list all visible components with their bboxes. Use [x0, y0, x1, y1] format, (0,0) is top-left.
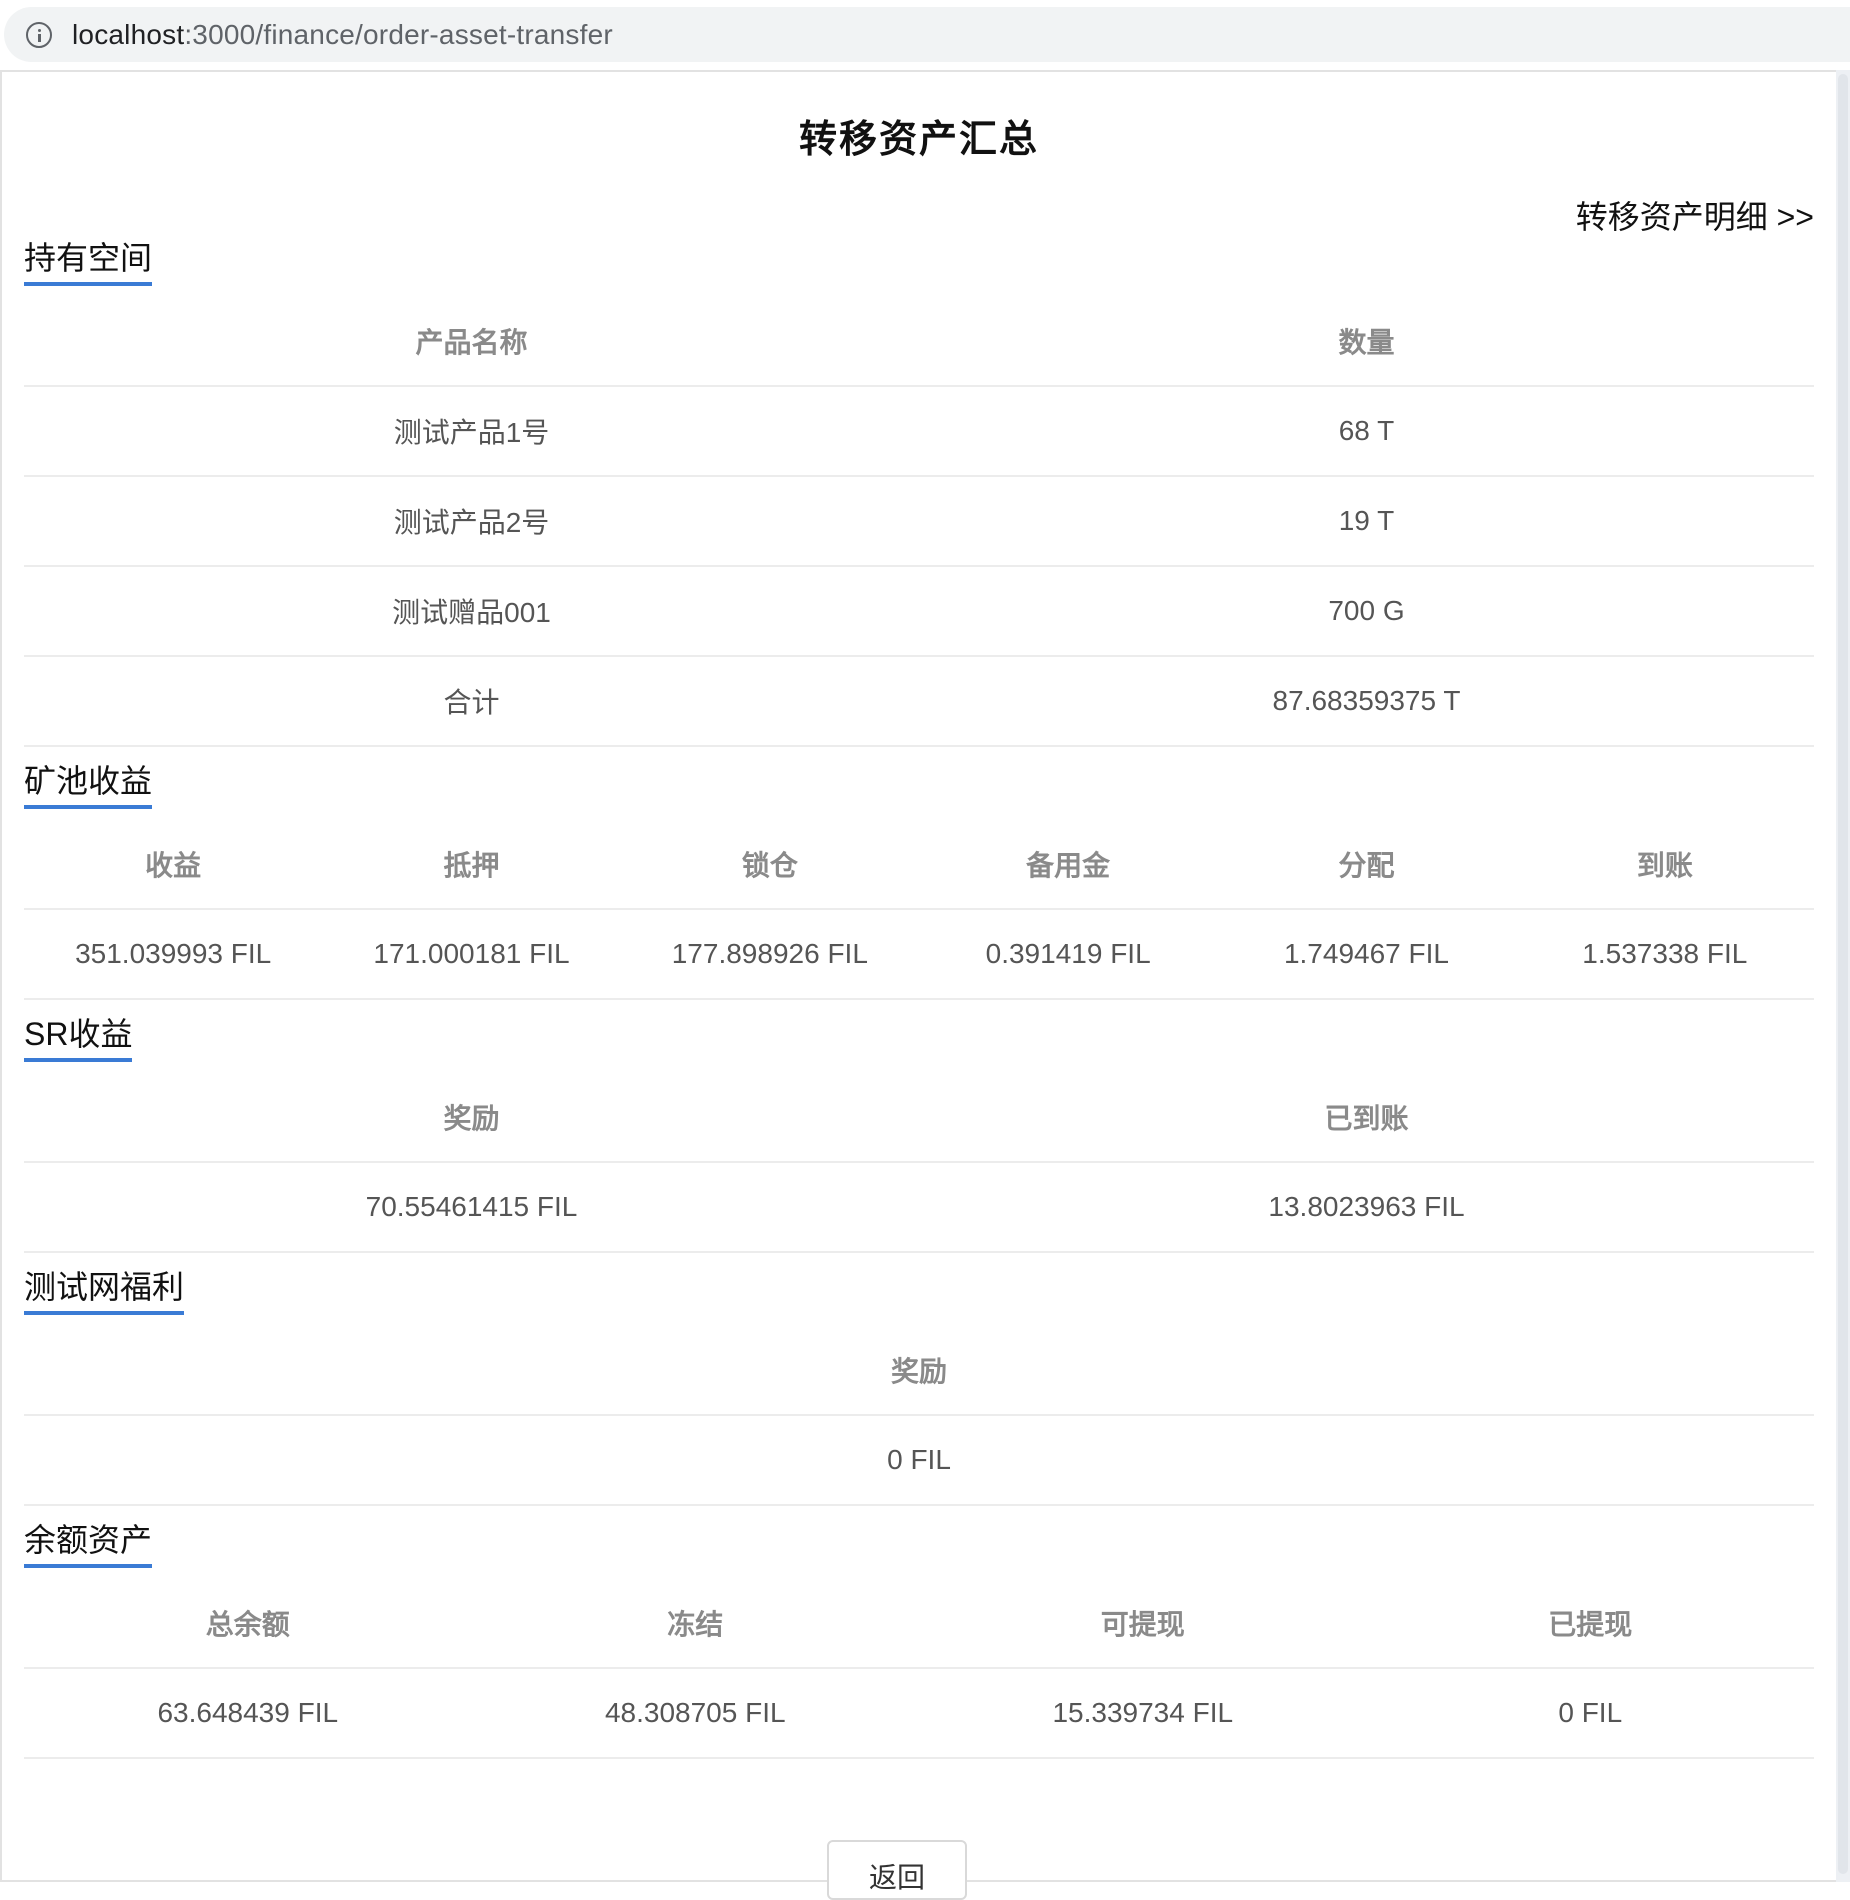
table-cell: 1.537338 FIL: [1515, 909, 1814, 1000]
table-cell: 48.308705 FIL: [471, 1668, 919, 1759]
site-info-icon[interactable]: [26, 21, 52, 48]
table-header-row: 收益 抵押 锁仓 备用金 分配 到账: [24, 820, 1814, 910]
table-header-row: 产品名称 数量: [24, 297, 1814, 387]
table-row-total: 合计 87.68359375 T: [24, 656, 1814, 747]
table-cell: 171.000181 FIL: [322, 909, 621, 1000]
table-cell: 测试产品2号: [24, 476, 919, 567]
column-header: 备用金: [918, 820, 1218, 910]
url-host: localhost: [72, 18, 185, 50]
address-bar[interactable]: localhost:3000/finance/order-asset-trans…: [4, 7, 1850, 62]
column-header: 产品名称: [24, 297, 919, 387]
column-header: 抵押: [322, 820, 621, 910]
section-title-holding-space: 持有空间: [24, 238, 153, 286]
table-cell: 68 T: [919, 386, 1814, 477]
balance-assets-table: 总余额 冻结 可提现 已提现 63.648439 FIL 48.308705 F…: [24, 1579, 1814, 1759]
table-cell: 70.55461415 FIL: [24, 1162, 919, 1253]
table-cell: 1.749467 FIL: [1217, 909, 1516, 1000]
column-header: 奖励: [24, 1073, 919, 1163]
page-content: 转移资产汇总 转移资产明细 >> 持有空间 产品名称 数量 测试产品1号 68 …: [24, 70, 1814, 1759]
column-header: 已到账: [919, 1073, 1814, 1163]
table-cell: 63.648439 FIL: [24, 1668, 472, 1759]
back-button[interactable]: 返回: [827, 1840, 967, 1900]
page-title: 转移资产汇总: [798, 119, 1039, 161]
table-row: 0 FIL: [24, 1415, 1814, 1506]
table-cell: 13.8023963 FIL: [919, 1162, 1814, 1253]
pool-income-section: 矿池收益 收益 抵押 锁仓 备用金 分配 到账 351.039993 FIL 1…: [24, 761, 1814, 1000]
column-header: 数量: [919, 297, 1814, 387]
table-cell: 0 FIL: [1366, 1668, 1814, 1759]
table-row: 63.648439 FIL 48.308705 FIL 15.339734 FI…: [24, 1668, 1814, 1759]
table-cell: 15.339734 FIL: [919, 1668, 1367, 1759]
section-title-pool-income: 矿池收益: [24, 761, 153, 809]
table-cell: 19 T: [919, 476, 1814, 567]
table-cell: 测试赠品001: [24, 566, 919, 657]
table-cell: 177.898926 FIL: [620, 909, 919, 1000]
table-cell: 351.039993 FIL: [24, 909, 323, 1000]
table-header-row: 总余额 冻结 可提现 已提现: [24, 1579, 1814, 1669]
holding-space-table: 产品名称 数量 测试产品1号 68 T 测试产品2号 19 T 测试赠品001 …: [24, 297, 1814, 747]
testnet-welfare-section: 测试网福利 奖励 0 FIL: [24, 1267, 1814, 1506]
column-header: 可提现: [919, 1579, 1367, 1669]
table-row: 测试赠品001 700 G: [24, 566, 1814, 657]
url-text[interactable]: localhost:3000/finance/order-asset-trans…: [72, 19, 613, 51]
column-header: 锁仓: [620, 820, 919, 910]
table-row: 351.039993 FIL 171.000181 FIL 177.898926…: [24, 909, 1814, 1000]
table-header-row: 奖励: [24, 1326, 1814, 1416]
column-header: 已提现: [1366, 1579, 1814, 1669]
section-title-testnet-welfare: 测试网福利: [24, 1267, 185, 1315]
holding-space-section: 持有空间 产品名称 数量 测试产品1号 68 T 测试产品2号 19 T 测试赠…: [24, 238, 1814, 747]
section-title-sr-income: SR收益: [24, 1014, 133, 1062]
table-cell: 合计: [24, 656, 919, 747]
sr-income-table: 奖励 已到账 70.55461415 FIL 13.8023963 FIL: [24, 1073, 1814, 1253]
table-cell: 87.68359375 T: [919, 656, 1814, 747]
table-cell: 0.391419 FIL: [918, 909, 1218, 1000]
column-header: 分配: [1217, 820, 1516, 910]
table-cell: 0 FIL: [24, 1415, 1814, 1506]
section-title-balance-assets: 余额资产: [24, 1520, 153, 1568]
table-row: 测试产品2号 19 T: [24, 476, 1814, 567]
table-row: 70.55461415 FIL 13.8023963 FIL: [24, 1162, 1814, 1253]
sr-income-section: SR收益 奖励 已到账 70.55461415 FIL 13.8023963 F…: [24, 1014, 1814, 1253]
scrollbar-thumb[interactable]: [1838, 74, 1848, 1874]
table-header-row: 奖励 已到账: [24, 1073, 1814, 1163]
column-header: 总余额: [24, 1579, 472, 1669]
transfer-detail-link[interactable]: 转移资产明细 >>: [1576, 192, 1814, 238]
column-header: 奖励: [24, 1326, 1814, 1416]
table-cell: 700 G: [919, 566, 1814, 657]
table-cell: 测试产品1号: [24, 386, 919, 477]
testnet-welfare-table: 奖励 0 FIL: [24, 1326, 1814, 1506]
column-header: 收益: [24, 820, 323, 910]
url-path: :3000/finance/order-asset-transfer: [184, 18, 613, 50]
balance-assets-section: 余额资产 总余额 冻结 可提现 已提现 63.648439 FIL 48.308…: [24, 1520, 1814, 1759]
table-row: 测试产品1号 68 T: [24, 386, 1814, 477]
column-header: 冻结: [471, 1579, 919, 1669]
column-header: 到账: [1515, 820, 1814, 910]
pool-income-table: 收益 抵押 锁仓 备用金 分配 到账 351.039993 FIL 171.00…: [24, 820, 1814, 1000]
